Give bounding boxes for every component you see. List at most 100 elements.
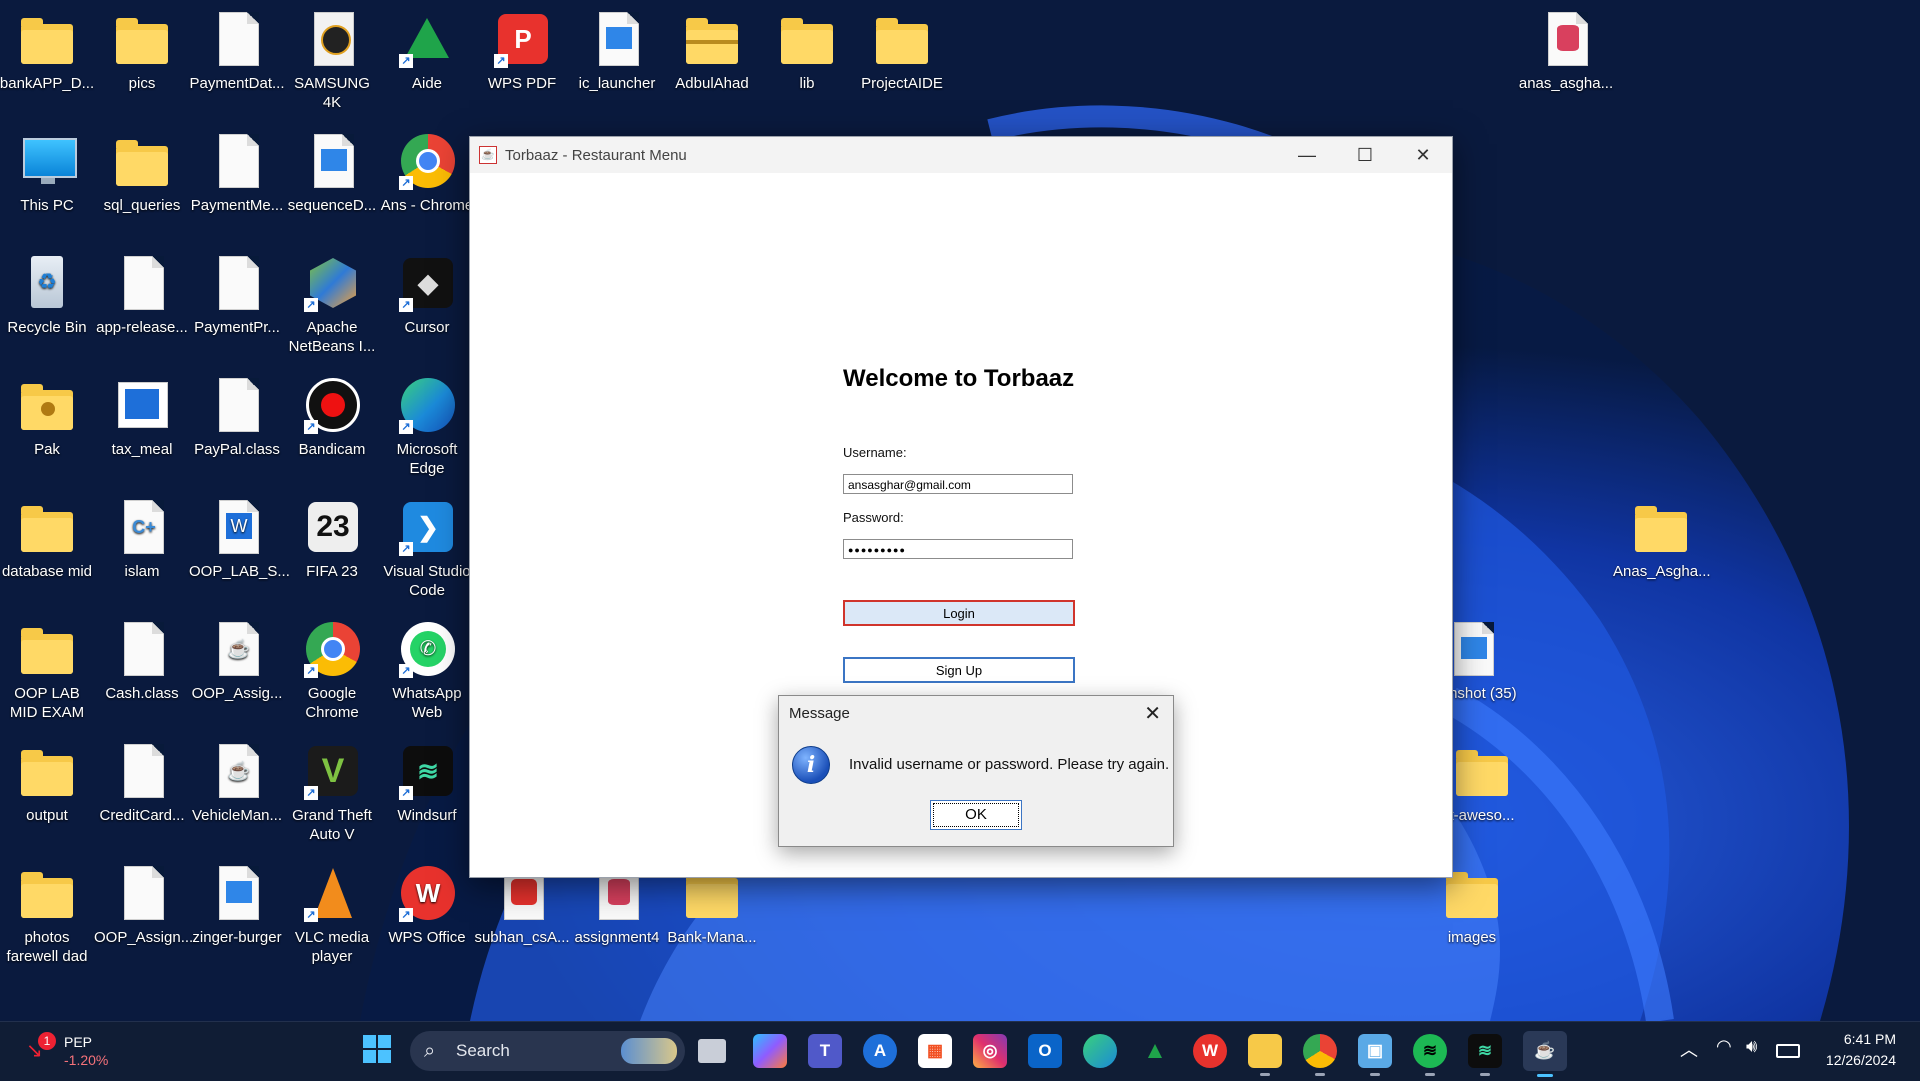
desktop-icon-label: Grand Theft Auto V — [292, 807, 372, 843]
desktop-icon-gta-v[interactable]: V ↗ Grand Theft Auto V — [284, 742, 380, 844]
desktop-icon-label: Anas_Asgha... — [1613, 563, 1711, 580]
desktop-icon-vehicleman[interactable]: ☕ VehicleMan... — [189, 742, 285, 825]
username-input[interactable]: ansasghar@gmail.com — [843, 474, 1073, 494]
photos-icon[interactable]: ▣ — [1358, 1034, 1392, 1076]
image-file-icon — [219, 866, 259, 920]
desktop-icon-recycle-bin[interactable]: ♻ Recycle Bin — [0, 254, 95, 337]
stock-widget[interactable]: ↘ 1 PEP -1.20% — [22, 1032, 122, 1072]
desktop-icon-tax-meal[interactable]: tax_meal — [94, 376, 190, 459]
password-input[interactable]: ●●●●●●●●● — [843, 539, 1073, 559]
desktop-icon-paymentpr[interactable]: PaymentPr... — [189, 254, 285, 337]
store-icon[interactable]: A — [863, 1034, 897, 1068]
desktop-icon-database-mid[interactable]: database mid — [0, 498, 95, 581]
desktop-icon-anas-asgha-db[interactable]: anas_asgha... — [1518, 10, 1614, 93]
file-icon — [124, 744, 164, 798]
login-button[interactable]: Login — [843, 600, 1075, 626]
instagram-icon[interactable]: ◎ — [973, 1034, 1007, 1068]
aide-icon — [405, 18, 449, 58]
windsurf-icon[interactable]: ≋ — [1468, 1034, 1502, 1076]
desktop-icon-oop-assign[interactable]: OOP_Assign... — [94, 864, 193, 947]
copilot-icon[interactable] — [753, 1034, 787, 1068]
desktop-icon-photos-farewell[interactable]: photos farewell dad — [0, 864, 95, 966]
desktop-icon-adbulahad[interactable]: AdbulAhad — [664, 10, 760, 93]
desktop-icon-label: subhan_csA... — [474, 929, 570, 946]
desktop-icon-oop-lab-s[interactable]: W OOP_LAB_S... — [189, 498, 290, 581]
desktop-icon-label: sequenceD... — [287, 197, 377, 214]
clock-date[interactable]: 12/26/2024 — [1808, 1052, 1896, 1068]
desktop-icon-anas-asgha-folder[interactable]: Anas_Asgha... — [1613, 498, 1711, 581]
minimize-button[interactable]: — — [1278, 137, 1336, 173]
desktop-icon-label: SAMSUNG 4K — [294, 75, 370, 111]
desktop-icon-paymentdat[interactable]: PaymentDat... — [189, 10, 285, 93]
ok-button[interactable]: OK — [930, 800, 1022, 830]
desktop-icon-zinger-burger[interactable]: zinger-burger — [189, 864, 285, 947]
edge-icon[interactable] — [1083, 1034, 1117, 1068]
close-button[interactable]: ✕ — [1394, 137, 1452, 173]
desktop-icon-sequenced[interactable]: sequenceD... — [284, 132, 380, 215]
clock-time[interactable]: 6:41 PM — [1808, 1031, 1896, 1047]
taskbar-search[interactable]: ⌕ Search — [410, 1031, 685, 1071]
desktop-icon-label: Ans - Chrome — [380, 197, 474, 214]
desktop-icon-ans-chrome[interactable]: ↗ Ans - Chrome — [379, 132, 475, 215]
desktop-icon-bankapp[interactable]: bankAPP_D... — [0, 10, 95, 93]
desktop-icon-creditcard[interactable]: CreditCard... — [94, 742, 190, 825]
chrome-icon[interactable] — [1303, 1034, 1337, 1076]
desktop-icon-sql-queries[interactable]: sql_queries — [94, 132, 190, 215]
desktop-icon-projectaide[interactable]: ProjectAIDE — [854, 10, 950, 93]
desktop-icon-windsurf[interactable]: ≋ ↗ Windsurf — [379, 742, 475, 825]
show-hidden-icons-chevron-icon[interactable]: ︿ — [1680, 1036, 1698, 1062]
desktop-icon-app-release[interactable]: app-release... — [94, 254, 190, 337]
volume-icon[interactable]: 🔊︎ — [1746, 1036, 1757, 1057]
start-button[interactable] — [360, 1034, 394, 1068]
desktop-icon-this-pc[interactable]: This PC — [0, 132, 95, 215]
file-icon — [124, 622, 164, 676]
battery-icon[interactable] — [1776, 1044, 1800, 1058]
desktop-icon-bandicam[interactable]: ↗ Bandicam — [284, 376, 380, 459]
shortcut-arrow-icon: ↗ — [399, 786, 413, 800]
desktop-icon-netbeans[interactable]: ↗ Apache NetBeans I... — [284, 254, 380, 356]
desktop-icon-google-chrome[interactable]: ↗ Google Chrome — [284, 620, 380, 722]
microsoft-store-icon[interactable]: ▦ — [918, 1034, 952, 1068]
folder-icon — [21, 750, 73, 796]
desktop-icon-paypal-class[interactable]: PayPal.class — [189, 376, 285, 459]
desktop-icon-cash-class[interactable]: Cash.class — [94, 620, 190, 703]
desktop-icon-paymentme[interactable]: PaymentMe... — [189, 132, 285, 215]
window-titlebar[interactable]: ☕ Torbaaz - Restaurant Menu — ☐ ✕ — [470, 137, 1452, 173]
maximize-button[interactable]: ☐ — [1336, 137, 1394, 173]
desktop-icon-label: Microsoft Edge — [396, 441, 458, 477]
outlook-icon[interactable]: O — [1028, 1034, 1062, 1068]
dialog-close-button[interactable]: ✕ — [1144, 701, 1161, 726]
desktop-icon-islam[interactable]: C+ islam — [94, 498, 190, 581]
java-icon[interactable]: ☕ — [1523, 1031, 1567, 1077]
desktop-icon-oop-assig[interactable]: ☕ OOP_Assig... — [189, 620, 285, 703]
desktop-icon-wps-pdf[interactable]: P ↗ WPS PDF — [474, 10, 570, 93]
folder-icon — [21, 872, 73, 918]
desktop-icon-aide[interactable]: ↗ Aide — [379, 10, 475, 93]
desktop-icon-label: VehicleMan... — [191, 807, 283, 824]
image-file-icon — [599, 12, 639, 66]
wifi-icon[interactable]: ◠ — [1716, 1036, 1732, 1057]
desktop-icon-pics[interactable]: pics — [94, 10, 190, 93]
desktop-icon-samsung-4k[interactable]: SAMSUNG 4K — [284, 10, 380, 112]
desktop-icon-oop-lab-mid-exam[interactable]: OOP LAB MID EXAM — [0, 620, 95, 722]
signup-button[interactable]: Sign Up — [843, 657, 1075, 683]
teams-icon[interactable]: T — [808, 1034, 842, 1068]
desktop-icon-wps-office[interactable]: W ↗ WPS Office — [379, 864, 475, 947]
wps-office-icon[interactable]: W — [1193, 1034, 1227, 1068]
desktop-icon-output[interactable]: output — [0, 742, 95, 825]
desktop-icon-edge[interactable]: ↗ Microsoft Edge — [379, 376, 475, 478]
desktop-icon-ic-launcher[interactable]: ic_launcher — [569, 10, 665, 93]
file-explorer-icon[interactable] — [1248, 1034, 1282, 1076]
task-view-icon[interactable] — [698, 1039, 726, 1063]
aide-icon[interactable]: ▲ — [1138, 1034, 1172, 1068]
spotify-icon[interactable]: ≋ — [1413, 1034, 1447, 1076]
desktop-icon-whatsapp[interactable]: ✆ ↗ WhatsApp Web — [379, 620, 475, 722]
desktop-icon-fifa-23[interactable]: 23 FIFA 23 — [284, 498, 380, 581]
desktop-icon-vscode[interactable]: ❯ ↗ Visual Studio Code — [379, 498, 475, 600]
taskbar: ↘ 1 PEP -1.20% ⌕ Search T A ▦ ◎ O ▲ W ▣ … — [0, 1021, 1920, 1081]
desktop-icon-pak[interactable]: Pak — [0, 376, 95, 459]
desktop-icon-label: ProjectAIDE — [861, 75, 943, 92]
desktop-icon-cursor[interactable]: ◆ ↗ Cursor — [379, 254, 475, 337]
desktop-icon-lib[interactable]: lib — [759, 10, 855, 93]
desktop-icon-vlc[interactable]: ↗ VLC media player — [284, 864, 380, 966]
